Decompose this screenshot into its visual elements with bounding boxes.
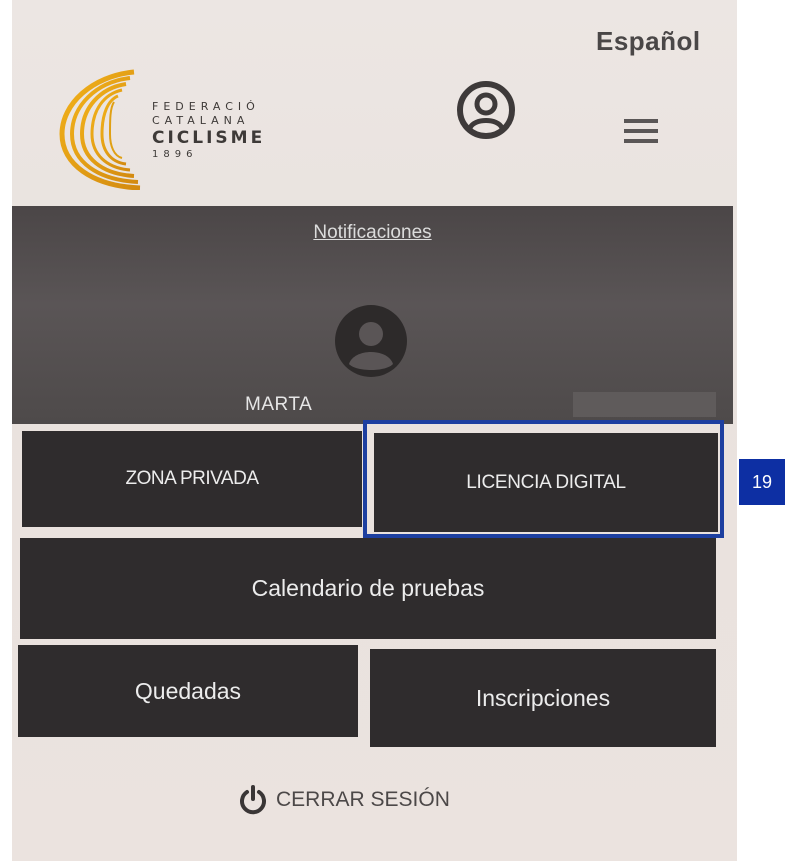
registrations-button[interactable]: Inscripciones: [370, 649, 716, 747]
user-circle-icon[interactable]: [456, 80, 516, 140]
logout-label: CERRAR SESIÓN: [276, 788, 450, 811]
logo-line-1: FEDERACIÓ: [152, 100, 260, 113]
calendar-button[interactable]: Calendario de pruebas: [20, 538, 716, 639]
logo-line-3: CICLISME: [152, 128, 266, 148]
annotation-badge: 19: [739, 459, 785, 505]
logout-button[interactable]: CERRAR SESIÓN: [238, 785, 450, 815]
user-name-row: MARTA: [245, 392, 716, 418]
language-selector[interactable]: Español: [596, 26, 701, 57]
logo-text: FEDERACIÓ CATALANA CICLISME 1896: [152, 100, 265, 162]
avatar-icon: [335, 305, 407, 377]
logo-line-4: 1896: [152, 149, 198, 160]
highlight-box: [363, 420, 724, 538]
user-name: MARTA: [245, 394, 313, 415]
redacted-surname: [573, 392, 716, 417]
notifications-link[interactable]: Notificaciones: [12, 222, 733, 244]
private-zone-button[interactable]: ZONA PRIVADA: [22, 431, 362, 527]
profile-panel: Notificaciones MARTA: [12, 206, 733, 424]
hamburger-menu-icon[interactable]: [624, 118, 658, 144]
logo-line-2: CATALANA: [152, 114, 250, 127]
meetups-button[interactable]: Quedadas: [18, 645, 358, 737]
power-icon: [240, 785, 266, 815]
